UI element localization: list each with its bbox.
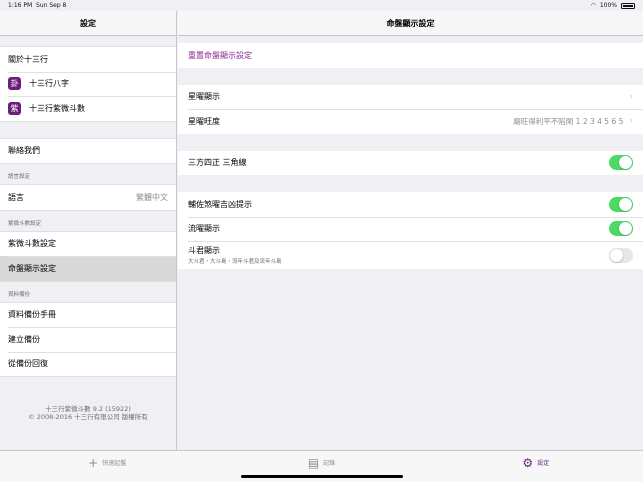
row-doujun: 斗君顯示大斗君・大斗島・流年斗君及流年斗島 — [178, 241, 643, 269]
doujun-toggle[interactable] — [609, 247, 633, 263]
row-liuyao: 流曜顯示 — [178, 216, 643, 241]
plus-icon: + — [88, 455, 99, 470]
section-header-backup: 資料備份 — [8, 291, 31, 298]
sidebar-item-label: 關於十三行 — [8, 54, 48, 64]
sidebar-group-apps: 關於十三行 卦十三行八字 紫十三行紫微斗數 — [0, 46, 176, 122]
sidebar-title: 設定 — [0, 11, 176, 36]
status-bar: 1:16 PM Sun Sep 8 ◠ 100% — [0, 0, 643, 11]
sidebar-group-ziwei: 紫微斗數設定 命盤顯示設定 — [0, 230, 176, 282]
sidebar-item-label: 十三行紫微斗數 — [29, 103, 85, 113]
section-header-ziwei: 紫微斗數設定 — [8, 220, 42, 227]
sidebar: 設定 關於十三行 卦十三行八字 紫十三行紫微斗數 聯絡我們 語言設定 語言 繁體中… — [0, 11, 177, 450]
sidebar-group-language: 語言 繁體中文 — [0, 184, 176, 211]
home-indicator[interactable] — [241, 475, 403, 478]
sidebar-item-chart-display[interactable]: 命盤顯示設定 — [0, 256, 176, 281]
sanfang-toggle[interactable] — [609, 155, 633, 171]
sidebar-item-label: 命盤顯示設定 — [8, 263, 56, 273]
sidebar-item-backup-manual[interactable]: 資料備份手冊 — [0, 303, 176, 328]
version-footer: 十三行紫微斗數 9.2 (15922) © 2008-2016 十三行有限公司 … — [0, 405, 176, 421]
sidebar-item-about[interactable]: 關於十三行 — [0, 47, 176, 72]
detail-pane: 命盤顯示設定 重置命盤顯示設定 星曜顯示 › 星曜旺度 廟旺得利平不陷閑 1 2 3… — [178, 11, 643, 450]
battery-icon — [621, 2, 635, 9]
sidebar-group-contact: 聯絡我們 — [0, 137, 176, 164]
reset-display-settings[interactable]: 重置命盤顯示設定 — [178, 43, 643, 68]
row-sanfang: 三方四正 三角線 — [178, 150, 643, 175]
sidebar-item-label: 聯絡我們 — [8, 146, 40, 156]
row-fuzuo: 輔佐煞曜吉凶提示 — [178, 192, 643, 217]
sidebar-item-label: 資料備份手冊 — [8, 310, 56, 320]
reset-link[interactable]: 重置命盤顯示設定 — [188, 50, 252, 61]
sidebar-item-ziwei[interactable]: 紫十三行紫微斗數 — [0, 96, 176, 121]
status-date: Sun Sep 8 — [36, 2, 67, 9]
row-star-strength[interactable]: 星曜旺度 廟旺得利平不陷閑 1 2 3 4 5 6 5 › — [178, 109, 643, 134]
sidebar-item-label: 建立備份 — [8, 334, 40, 344]
ziwei-app-icon: 紫 — [8, 101, 21, 115]
row-sublabel: 大斗君・大斗島・流年斗君及流年斗島 — [188, 259, 282, 265]
tab-label: 記錄 — [323, 460, 336, 467]
sidebar-group-backup: 資料備份手冊 建立備份 從備份回復 — [0, 301, 176, 377]
section-header-language: 語言設定 — [8, 174, 31, 180]
tab-quick-chart[interactable]: + 快速起盤 — [0, 451, 214, 482]
row-label: 輔佐煞曜吉凶提示 — [188, 199, 252, 209]
row-label: 三方四正 三角線 — [188, 158, 247, 168]
sidebar-item-label: 語言 — [8, 192, 24, 202]
sidebar-item-ziwei-settings[interactable]: 紫微斗數設定 — [0, 232, 176, 257]
tab-settings[interactable]: ⚙ 設定 — [429, 451, 643, 482]
wifi-icon: ◠ — [590, 2, 596, 9]
liuyao-toggle[interactable] — [609, 221, 633, 237]
page-title: 命盤顯示設定 — [178, 11, 643, 36]
sidebar-item-contact[interactable]: 聯絡我們 — [0, 139, 176, 164]
tab-label: 快速起盤 — [102, 460, 127, 467]
version-text: 十三行紫微斗數 9.2 (15922) — [45, 405, 131, 413]
records-icon: ▤ — [307, 455, 320, 470]
sidebar-item-label: 紫微斗數設定 — [8, 239, 56, 249]
tab-label: 設定 — [537, 460, 550, 467]
sidebar-item-language[interactable]: 語言 繁體中文 — [0, 185, 176, 210]
row-label: 斗君顯示 — [188, 246, 220, 255]
sidebar-item-create-backup[interactable]: 建立備份 — [0, 327, 176, 352]
copyright-text: © 2008-2016 十三行有限公司 版權所有 — [28, 413, 148, 421]
row-label: 星曜顯示 — [188, 92, 220, 102]
language-value: 繁體中文 — [136, 192, 168, 202]
gear-icon: ⚙ — [522, 455, 534, 470]
row-star-display[interactable]: 星曜顯示 › — [178, 84, 643, 109]
chevron-right-icon: › — [629, 91, 633, 102]
status-time: 1:16 PM — [8, 2, 33, 9]
sidebar-item-bazi[interactable]: 卦十三行八字 — [0, 71, 176, 97]
bazi-app-icon: 卦 — [8, 77, 21, 91]
star-strength-value: 廟旺得利平不陷閑 1 2 3 4 5 6 5 — [513, 116, 624, 126]
sidebar-item-label: 十三行八字 — [29, 79, 69, 89]
row-label: 流曜顯示 — [188, 224, 220, 234]
battery-percent: 100% — [599, 2, 617, 9]
row-label: 星曜旺度 — [188, 116, 220, 126]
sidebar-item-label: 從備份回復 — [8, 359, 48, 369]
fuzuo-toggle[interactable] — [609, 196, 633, 212]
chevron-right-icon: › — [629, 116, 633, 127]
sidebar-item-restore-backup[interactable]: 從備份回復 — [0, 351, 176, 377]
